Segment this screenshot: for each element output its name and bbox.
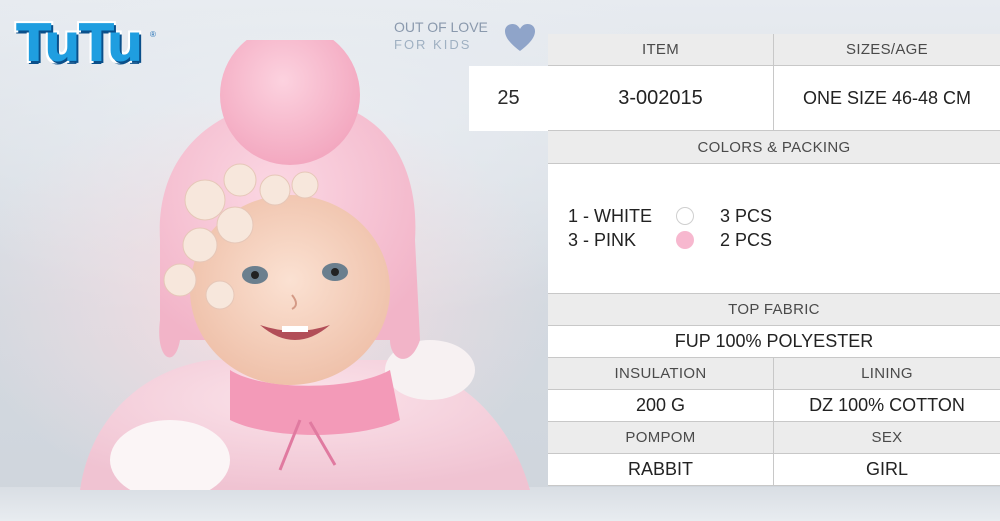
top-fabric-value: FUP 100% POLYESTER (548, 326, 1000, 358)
registered-mark: ® (150, 30, 156, 39)
color-pcs: 3 PCS (720, 206, 773, 226)
brand-slogan: OUT OF LOVE FOR KIDS (394, 18, 488, 54)
background-bottom-strip (0, 487, 1000, 521)
brand-logo: TuTu (16, 14, 144, 74)
item-header: ITEM (548, 34, 774, 66)
slogan-line-1: OUT OF LOVE (394, 19, 488, 35)
insulation-value: 200 G (548, 390, 774, 422)
pompom-header: POMPOM (548, 422, 774, 454)
top-fabric-header: TOP FABRIC (548, 294, 1000, 326)
pink-swatch-icon (676, 231, 694, 249)
colors-header: COLORS & PACKING (548, 131, 1000, 164)
product-number: 25 (469, 66, 548, 131)
slogan-line-2: FOR KIDS (394, 37, 472, 52)
sex-value: GIRL (774, 454, 1000, 486)
sex-header: SEX (774, 422, 1000, 454)
lining-header: LINING (774, 358, 1000, 390)
colors-list: 1 - WHITE 3 PCS 3 - PINK 2 PCS (548, 164, 1000, 294)
color-pcs: 2 PCS (720, 230, 773, 250)
color-name: 1 - WHITE (568, 206, 652, 226)
heart-icon (505, 24, 535, 51)
item-value: 3-002015 (548, 66, 774, 131)
sizes-header: SIZES/AGE (774, 34, 1000, 66)
pompom-value: RABBIT (548, 454, 774, 486)
sizes-value: ONE SIZE 46-48 CM (774, 66, 1000, 131)
lining-value: DZ 100% COTTON (774, 390, 1000, 422)
color-name: 3 - PINK (568, 230, 637, 250)
insulation-header: INSULATION (548, 358, 774, 390)
white-swatch-icon (676, 207, 694, 225)
spec-table: ITEM SIZES/AGE 3-002015 ONE SIZE 46-48 C… (548, 34, 1000, 486)
